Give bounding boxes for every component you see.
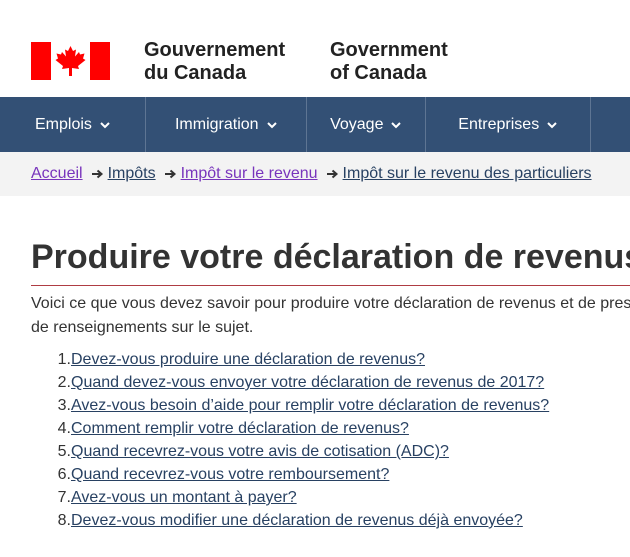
arrow-right-icon <box>326 169 338 179</box>
toc-number: 6. <box>57 466 71 483</box>
toc-link[interactable]: Quand devez-vous envoyer votre déclarati… <box>71 371 544 394</box>
toc-item: 7. Avez-vous un montant à payer? <box>31 486 297 509</box>
toc-item: 3. Avez-vous besoin d’aide pour remplir … <box>31 394 550 417</box>
title-divider <box>31 285 630 286</box>
chevron-down-icon <box>391 121 402 128</box>
signature-english: Government of Canada <box>330 39 448 85</box>
intro-paragraph: Voici ce que vous devez savoir pour prod… <box>31 292 630 340</box>
toc-link[interactable]: Quand recevrez-vous votre avis de cotisa… <box>71 440 449 463</box>
signature-fr-line1: Gouvernement <box>144 39 286 61</box>
signature-fr-line2: du Canada <box>144 62 247 84</box>
toc-link[interactable]: Avez-vous besoin d’aide pour remplir vot… <box>71 394 549 417</box>
menu-item-more[interactable] <box>591 97 630 152</box>
breadcrumb-impot-particuliers[interactable]: Impôt sur le revenu des particuliers <box>343 165 592 183</box>
signature-en-line2: of Canada <box>330 62 427 84</box>
page-title: Produire votre déclaration de revenus <box>31 238 630 276</box>
arrow-right-icon <box>164 169 176 179</box>
menu-item-label: Emplois <box>35 115 92 133</box>
menu-item-emplois[interactable]: Emplois <box>0 97 146 152</box>
toc-number: 2. <box>57 374 71 391</box>
breadcrumb-impot-revenu[interactable]: Impôt sur le revenu <box>181 165 318 183</box>
canada-flag-icon[interactable] <box>31 42 110 80</box>
toc-number: 1. <box>57 351 71 368</box>
breadcrumb-impots[interactable]: Impôts <box>108 165 156 183</box>
menu-item-entreprises[interactable]: Entreprises <box>426 97 591 152</box>
toc-item: 2. Quand devez-vous envoyer votre déclar… <box>31 371 545 394</box>
chevron-down-icon <box>100 121 110 128</box>
toc-link[interactable]: Avez-vous un montant à payer? <box>71 486 297 509</box>
menu-item-label: Voyage <box>330 115 384 133</box>
intro-line-1: Voici ce que vous devez savoir pour prod… <box>31 295 630 312</box>
breadcrumb-accueil[interactable]: Accueil <box>31 165 83 183</box>
arrow-right-icon <box>91 169 103 179</box>
toc-number: 7. <box>57 489 71 506</box>
chevron-down-icon <box>266 121 277 128</box>
main-menu: Emplois Immigration Voyage Entreprises <box>0 97 630 152</box>
toc-item: 6. Quand recevrez-vous votre rembourseme… <box>31 463 390 486</box>
menu-item-label: Entreprises <box>458 115 540 133</box>
toc-link[interactable]: Devez-vous produire une déclaration de r… <box>71 348 425 371</box>
toc-item: 5. Quand recevrez-vous votre avis de cot… <box>31 440 449 463</box>
toc-item: 1. Devez-vous produire une déclaration d… <box>31 348 425 371</box>
chevron-down-icon <box>547 121 557 128</box>
toc-link[interactable]: Comment remplir votre déclaration de rev… <box>71 417 409 440</box>
menu-item-label: Immigration <box>174 115 259 133</box>
toc-number: 4. <box>57 420 71 437</box>
menu-item-voyage[interactable]: Voyage <box>307 97 426 152</box>
toc-item: 4. Comment remplir votre déclaration de … <box>31 417 409 440</box>
signature-en-line1: Government <box>330 39 448 61</box>
toc-number: 3. <box>57 397 71 414</box>
toc-number: 8. <box>57 512 71 529</box>
toc-number: 5. <box>57 443 71 460</box>
table-of-contents: 1. Devez-vous produire une déclaration d… <box>31 348 550 532</box>
toc-link[interactable]: Quand recevrez-vous votre remboursement? <box>71 463 389 486</box>
menu-item-immigration[interactable]: Immigration <box>146 97 307 152</box>
intro-line-2: de renseignements sur le sujet. <box>31 319 254 336</box>
site-header: Gouvernement du Canada Government of Can… <box>0 0 630 97</box>
toc-item: 8. Devez-vous modifier une déclaration d… <box>31 509 523 532</box>
signature-french: Gouvernement du Canada <box>144 39 285 85</box>
toc-link[interactable]: Devez-vous modifier une déclaration de r… <box>71 509 523 532</box>
breadcrumb: Accueil Impôts Impôt sur le revenu Impôt… <box>0 152 630 196</box>
